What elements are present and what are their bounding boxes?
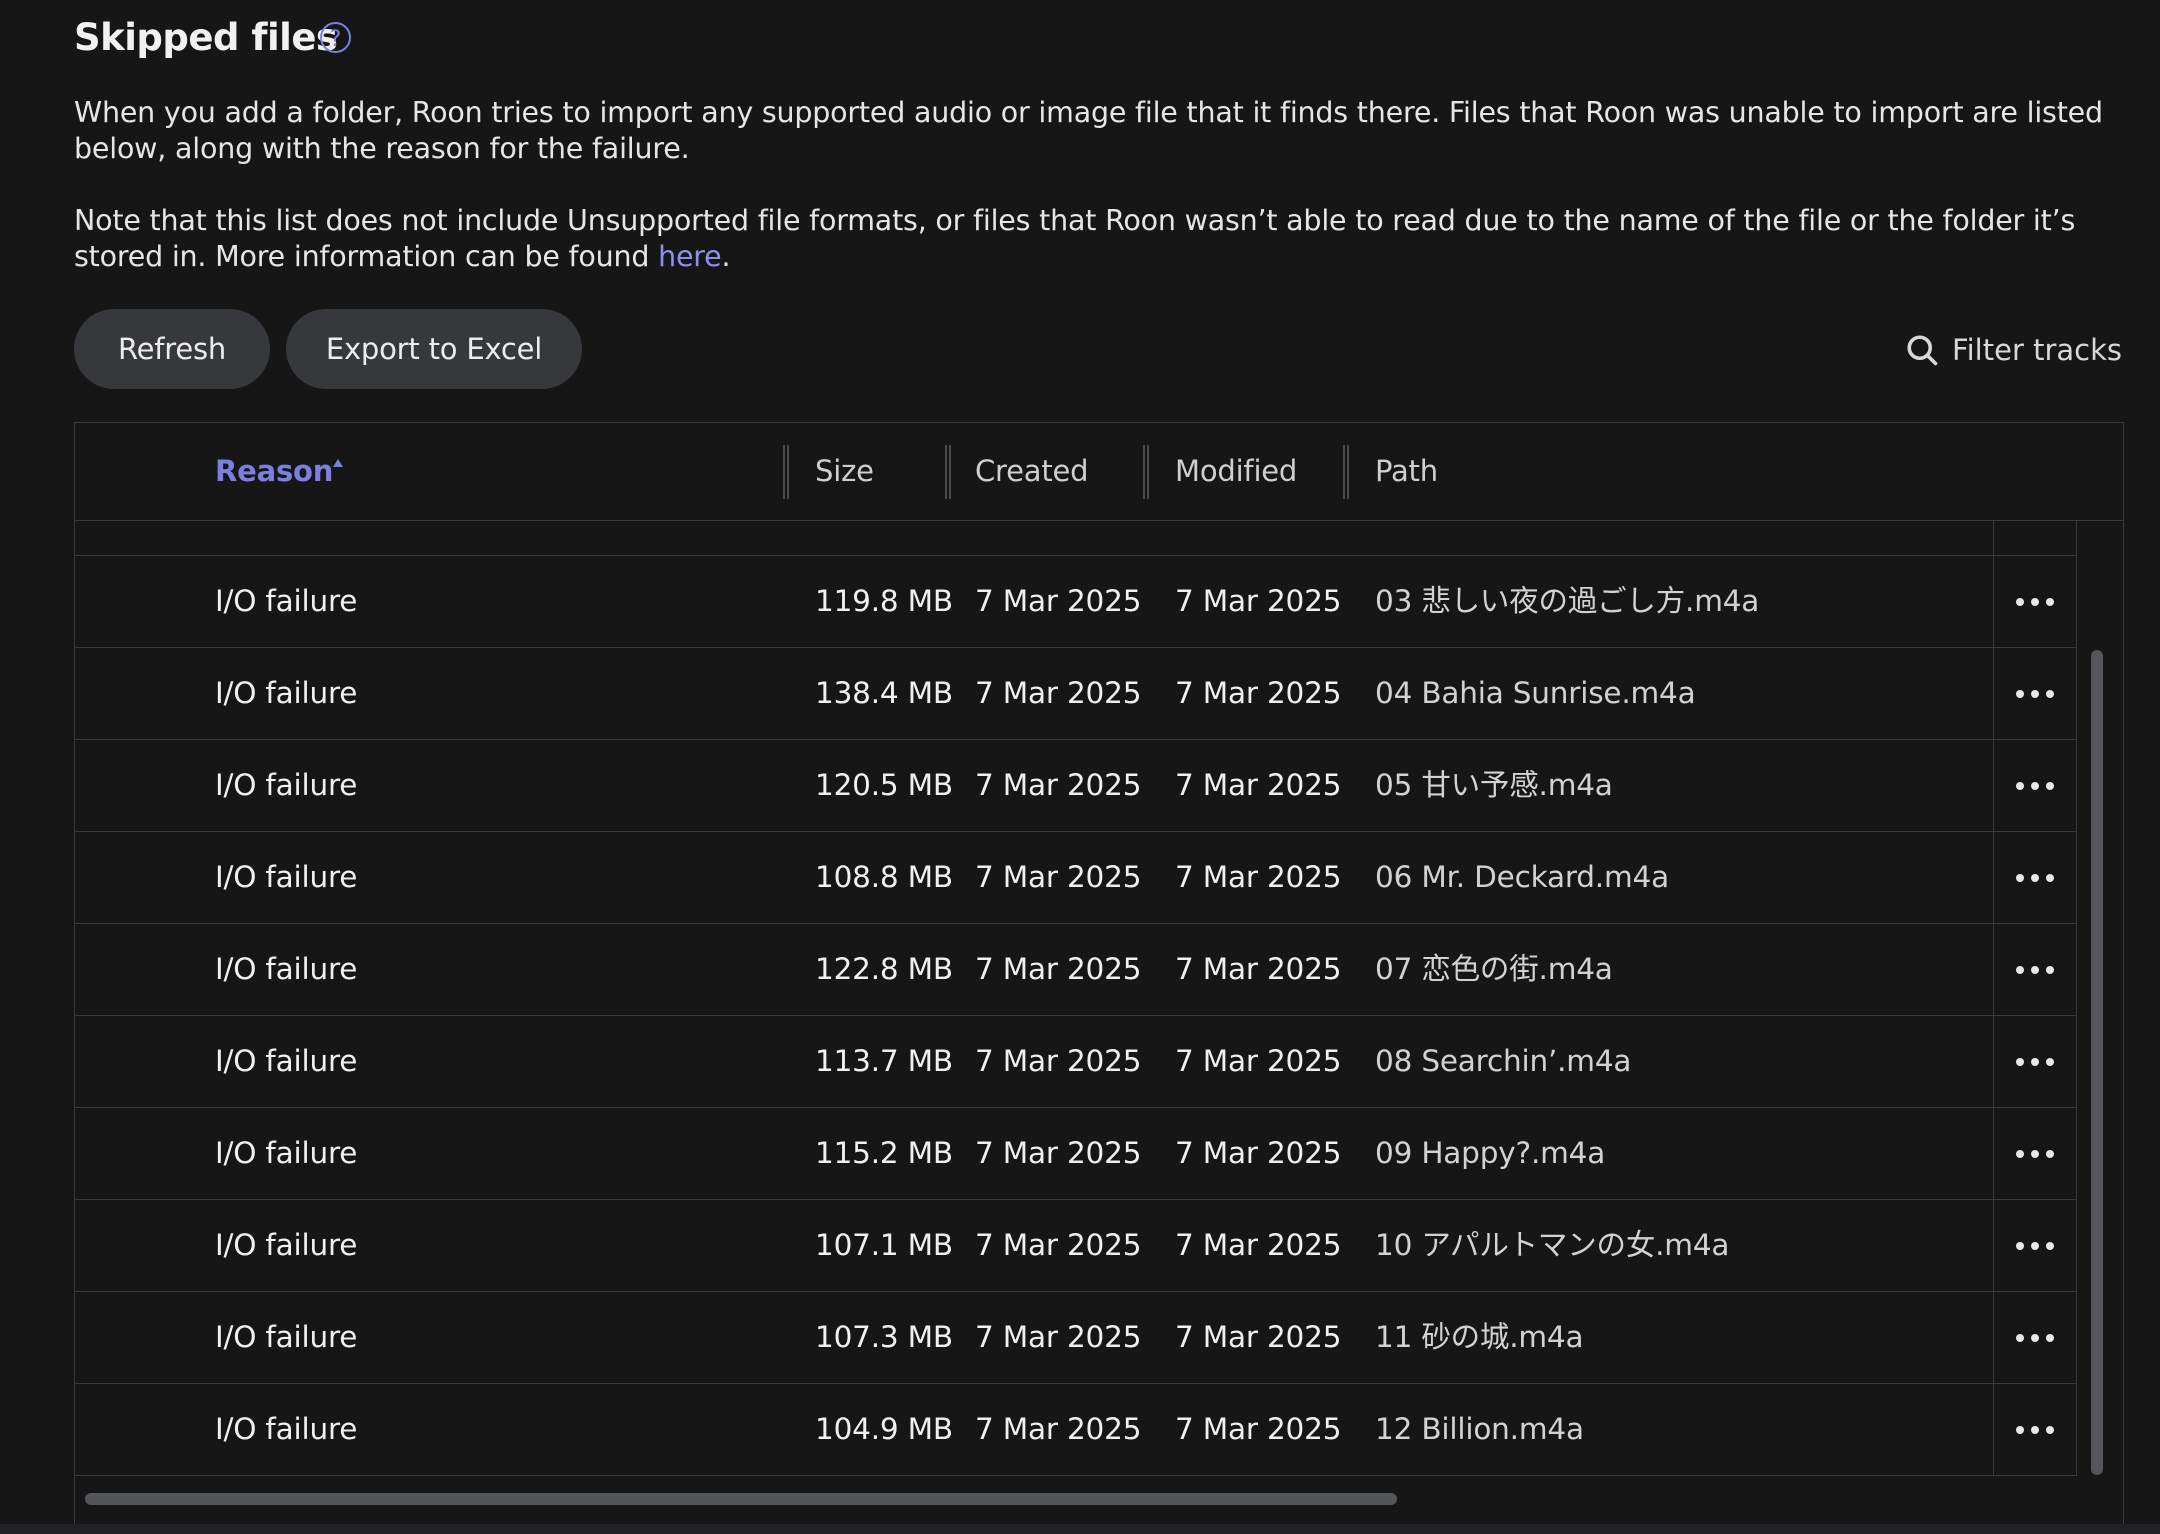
table-row[interactable]: I/O failure 107.1 MB 7 Mar 2025 7 Mar 20…: [75, 1200, 1995, 1292]
cell-modified: 7 Mar 2025: [1175, 860, 1342, 894]
cell-modified: 7 Mar 2025: [1175, 952, 1342, 986]
page-title: Skipped files: [74, 16, 338, 59]
cell-path: 04 Bahia Sunrise.m4a: [1375, 676, 1696, 710]
cell-path: 06 Mr. Deckard.m4a: [1375, 860, 1669, 894]
table-header: Reason Size Created Modified Path: [75, 423, 2123, 521]
cell-size: 120.5 MB: [815, 768, 953, 802]
vertical-scrollbar[interactable]: [2091, 650, 2103, 1475]
column-resize-handle[interactable]: [1143, 445, 1149, 499]
cell-created: 7 Mar 2025: [975, 1136, 1142, 1170]
cell-created: 7 Mar 2025: [975, 952, 1142, 986]
more-horizontal-icon[interactable]: [1993, 1200, 2077, 1292]
cell-created: 7 Mar 2025: [975, 1412, 1142, 1446]
note-text: Note that this list does not include Uns…: [74, 204, 2076, 273]
more-horizontal-icon[interactable]: [1993, 1384, 2077, 1476]
cell-created: 7 Mar 2025: [975, 1044, 1142, 1078]
cell-reason: I/O failure: [215, 952, 358, 986]
skipped-files-page: Skipped files ? When you add a folder, R…: [0, 0, 2160, 1534]
column-header-path[interactable]: Path: [1375, 453, 1438, 489]
cell-reason: I/O failure: [215, 1412, 358, 1446]
cell-modified: 7 Mar 2025: [1175, 1136, 1342, 1170]
cell-modified: 7 Mar 2025: [1175, 1412, 1342, 1446]
cell-created: 7 Mar 2025: [975, 1320, 1142, 1354]
table-row[interactable]: I/O failure 119.8 MB 7 Mar 2025 7 Mar 20…: [75, 556, 1995, 648]
column-header-reason[interactable]: Reason: [215, 453, 333, 489]
cell-reason: I/O failure: [215, 584, 358, 618]
cell-path: 11 砂の城.m4a: [1375, 1320, 1584, 1354]
more-horizontal-icon[interactable]: [1993, 648, 2077, 740]
cell-created: 7 Mar 2025: [975, 584, 1142, 618]
cell-created: 7 Mar 2025: [975, 1228, 1142, 1262]
cell-created: 7 Mar 2025: [975, 860, 1142, 894]
cell-reason: I/O failure: [215, 1044, 358, 1078]
cell-modified: 7 Mar 2025: [1175, 584, 1342, 618]
table-row[interactable]: I/O failure 104.9 MB 7 Mar 2025 7 Mar 20…: [75, 1384, 1995, 1476]
column-header-size[interactable]: Size: [815, 453, 874, 489]
cell-modified: 7 Mar 2025: [1175, 676, 1342, 710]
more-horizontal-icon[interactable]: [1993, 1292, 2077, 1384]
table-row[interactable]: I/O failure 113.7 MB 7 Mar 2025 7 Mar 20…: [75, 1016, 1995, 1108]
cell-size: 115.2 MB: [815, 1136, 953, 1170]
cell-size: 107.1 MB: [815, 1228, 953, 1262]
cell-path: 07 恋色の街.m4a: [1375, 952, 1613, 986]
column-header-created[interactable]: Created: [975, 453, 1089, 489]
cell-reason: I/O failure: [215, 768, 358, 802]
note-end: .: [721, 240, 731, 273]
cell-path: 05 甘い予感.m4a: [1375, 768, 1613, 802]
cell-path: 12 Billion.m4a: [1375, 1412, 1584, 1446]
more-horizontal-icon[interactable]: [1993, 1016, 2077, 1108]
more-info-link[interactable]: here: [658, 240, 722, 273]
filter-tracks-label: Filter tracks: [1952, 333, 2122, 367]
refresh-button[interactable]: Refresh: [74, 309, 270, 389]
cell-reason: I/O failure: [215, 1228, 358, 1262]
cell-reason: I/O failure: [215, 676, 358, 710]
cell-size: 107.3 MB: [815, 1320, 953, 1354]
column-resize-handle[interactable]: [783, 445, 789, 499]
cell-reason: I/O failure: [215, 860, 358, 894]
column-resize-handle[interactable]: [1343, 445, 1349, 499]
cell-modified: 7 Mar 2025: [1175, 1044, 1342, 1078]
cell-path: 08 Searchin’.m4a: [1375, 1044, 1632, 1078]
cell-modified: 7 Mar 2025: [1175, 1228, 1342, 1262]
more-horizontal-icon[interactable]: [1993, 1108, 2077, 1200]
more-horizontal-icon[interactable]: [1993, 924, 2077, 1016]
cell-size: 138.4 MB: [815, 676, 953, 710]
column-resize-handle[interactable]: [945, 445, 951, 499]
cell-modified: 7 Mar 2025: [1175, 768, 1342, 802]
note-paragraph: Note that this list does not include Uns…: [74, 203, 2114, 275]
table-row[interactable]: I/O failure 122.8 MB 7 Mar 2025 7 Mar 20…: [75, 924, 1995, 1016]
table-row[interactable]: I/O failure 138.4 MB 7 Mar 2025 7 Mar 20…: [75, 648, 1995, 740]
more-horizontal-icon[interactable]: [1993, 740, 2077, 832]
more-horizontal-icon[interactable]: [1993, 832, 2077, 924]
table-row[interactable]: I/O failure 115.2 MB 7 Mar 2025 7 Mar 20…: [75, 1108, 1995, 1200]
question-circle-icon[interactable]: ?: [320, 22, 351, 53]
table-row[interactable]: I/O failure 108.8 MB 7 Mar 2025 7 Mar 20…: [75, 832, 1995, 924]
description-paragraph: When you add a folder, Roon tries to imp…: [74, 96, 2103, 165]
filter-tracks-control[interactable]: Filter tracks: [1904, 330, 2122, 370]
cell-created: 7 Mar 2025: [975, 676, 1142, 710]
cell-modified: 7 Mar 2025: [1175, 1320, 1342, 1354]
skipped-files-table: Reason Size Created Modified Path I/O fa…: [74, 422, 2124, 1534]
table-row[interactable]: I/O failure 107.3 MB 7 Mar 2025 7 Mar 20…: [75, 1292, 1995, 1384]
table-row[interactable]: I/O failure 120.5 MB 7 Mar 2025 7 Mar 20…: [75, 740, 1995, 832]
cell-size: 122.8 MB: [815, 952, 953, 986]
cell-reason: I/O failure: [215, 1136, 358, 1170]
sort-ascending-icon: [333, 459, 343, 467]
bottom-divider: [0, 1524, 2160, 1534]
column-header-modified[interactable]: Modified: [1175, 453, 1297, 489]
export-to-excel-button[interactable]: Export to Excel: [286, 309, 582, 389]
cell-size: 113.7 MB: [815, 1044, 953, 1078]
more-horizontal-icon[interactable]: [1993, 556, 2077, 648]
cell-reason: I/O failure: [215, 1320, 358, 1354]
cell-path: 10 アパルトマンの女.m4a: [1375, 1228, 1730, 1262]
horizontal-scrollbar[interactable]: [85, 1493, 1397, 1505]
cell-path: 03 悲しい夜の過ごし方.m4a: [1375, 584, 1760, 618]
cell-size: 119.8 MB: [815, 584, 953, 618]
cell-path: 09 Happy?.m4a: [1375, 1136, 1606, 1170]
cell-created: 7 Mar 2025: [975, 768, 1142, 802]
cell-size: 104.9 MB: [815, 1412, 953, 1446]
search-icon: [1907, 335, 1938, 366]
cell-size: 108.8 MB: [815, 860, 953, 894]
